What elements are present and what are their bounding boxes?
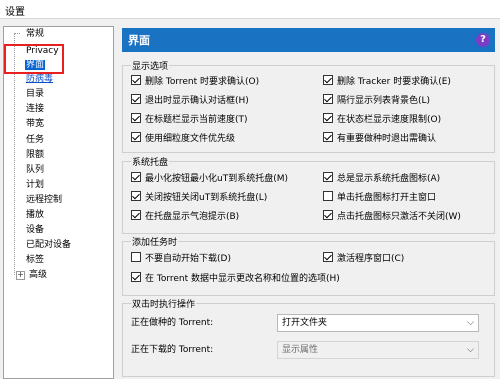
checkbox-minimize-to-tray[interactable]: 最小化按钮最小化uT到系统托盘(M) bbox=[131, 172, 288, 184]
checkbox-confirm-delete-torrent[interactable]: 删除 Torrent 时要求确认(O) bbox=[131, 75, 259, 87]
checkbox-box bbox=[131, 172, 141, 182]
checkbox-always-tray-icon[interactable]: 总是显示系统托盘图标(A) bbox=[323, 172, 440, 184]
checkbox-alternate-rows[interactable]: 隔行显示列表背景色(L) bbox=[323, 94, 430, 106]
sidebar-item-advanced[interactable]: 高级 bbox=[29, 269, 47, 281]
checkbox-box bbox=[323, 172, 333, 182]
chevron-down-icon: ⌵ bbox=[467, 318, 474, 328]
checkbox-box bbox=[323, 113, 333, 123]
checkbox-tray-balloons[interactable]: 在托盘显示气泡提示(B) bbox=[131, 210, 239, 222]
checkbox-activate-window[interactable]: 激活程序窗口(C) bbox=[323, 252, 404, 264]
sidebar-item-labels[interactable]: 标签 bbox=[26, 254, 44, 266]
checkbox-box bbox=[131, 75, 141, 85]
sidebar-item-connection[interactable]: 连接 bbox=[26, 103, 44, 115]
downloading-action-label: 正在下载的 Torrent: bbox=[131, 345, 214, 355]
checkbox-confirm-exit-seeding[interactable]: 有重要做种时退出需确认 bbox=[323, 132, 436, 144]
sidebar-item-tasks[interactable]: 任务 bbox=[26, 134, 44, 146]
checkbox-box bbox=[323, 132, 333, 142]
settings-panel: 界面 ? 显示选项 删除 Torrent 时要求确认(O) 删除 Tracker… bbox=[119, 26, 497, 379]
group-title: 添加任务时 bbox=[131, 235, 179, 248]
sidebar-item-antivirus[interactable]: 防病毒 bbox=[26, 73, 53, 85]
tree-line bbox=[14, 33, 20, 34]
checkbox-tray-activate-only[interactable]: 点击托盘图标只激活不关闭(W) bbox=[323, 210, 461, 222]
window-title: 设置 bbox=[5, 7, 25, 18]
checkbox-fine-priority[interactable]: 使用细粒度文件优先级 bbox=[131, 132, 235, 144]
seeding-action-label: 正在做种的 Torrent: bbox=[131, 318, 214, 328]
checkbox-box bbox=[323, 75, 333, 85]
sidebar-item-devices[interactable]: 设备 bbox=[26, 224, 44, 236]
sidebar-item-general[interactable]: 常规 bbox=[26, 28, 44, 40]
checkbox-show-rename-options[interactable]: 在 Torrent 数据中显示更改名称和位置的选项(H) bbox=[131, 272, 340, 284]
checkbox-speed-titlebar[interactable]: 在标题栏显示当前速度(T) bbox=[131, 113, 248, 125]
checkbox-box bbox=[131, 272, 141, 282]
double-click-group: 双击时执行操作 正在做种的 Torrent: 打开文件夹 ⌵ 正在下载的 Tor… bbox=[122, 297, 495, 377]
sidebar-item-directories[interactable]: 目录 bbox=[26, 88, 44, 100]
sidebar-item-bandwidth[interactable]: 带宽 bbox=[26, 118, 44, 130]
add-task-group: 添加任务时 不要自动开始下载(D) 激活程序窗口(C) 在 Torrent 数据… bbox=[122, 235, 495, 296]
chevron-down-icon: ⌵ bbox=[467, 345, 474, 355]
sidebar-item-playback[interactable]: 播放 bbox=[26, 209, 44, 221]
checkbox-box bbox=[131, 252, 141, 262]
checkbox-dont-auto-start[interactable]: 不要自动开始下载(D) bbox=[131, 252, 231, 264]
checkbox-box bbox=[131, 113, 141, 123]
sidebar-item-paired-devices[interactable]: 已配对设备 bbox=[26, 239, 71, 251]
group-title: 系统托盘 bbox=[131, 155, 170, 168]
checkbox-single-click-open[interactable]: 单击托盘图标打开主窗口 bbox=[323, 191, 436, 203]
section-header: 界面 ? bbox=[122, 28, 495, 52]
checkbox-box bbox=[131, 132, 141, 142]
checkbox-box bbox=[323, 210, 333, 220]
checkbox-box bbox=[131, 94, 141, 104]
sidebar-item-queue[interactable]: 队列 bbox=[26, 164, 44, 176]
sidebar-item-privacy[interactable]: Privacy bbox=[26, 45, 59, 57]
sidebar-item-ui[interactable]: 界面 bbox=[25, 59, 46, 71]
checkbox-confirm-exit[interactable]: 退出时显示确认对话框(H) bbox=[131, 94, 249, 106]
section-title: 界面 bbox=[128, 34, 150, 47]
seeding-action-select[interactable]: 打开文件夹 ⌵ bbox=[277, 314, 479, 332]
checkbox-confirm-delete-tracker[interactable]: 删除 Tracker 时要求确认(E) bbox=[323, 75, 451, 87]
checkbox-speed-limit-statusbar[interactable]: 在状态栏显示速度限制(O) bbox=[323, 113, 441, 125]
settings-tree[interactable]: 常规 Privacy 界面 防病毒 目录 连接 带宽 任务 限额 队列 计划 远… bbox=[3, 26, 114, 379]
checkbox-box bbox=[323, 94, 333, 104]
tree-line bbox=[14, 33, 15, 275]
sidebar-item-scheduler[interactable]: 计划 bbox=[26, 179, 44, 191]
checkbox-box bbox=[131, 191, 141, 201]
expand-icon[interactable]: + bbox=[16, 271, 25, 280]
checkbox-box bbox=[323, 191, 333, 201]
help-icon[interactable]: ? bbox=[476, 33, 490, 47]
system-tray-group: 系统托盘 最小化按钮最小化uT到系统托盘(M) 总是显示系统托盘图标(A) 关闭… bbox=[122, 155, 495, 234]
sidebar-item-limits[interactable]: 限额 bbox=[26, 149, 44, 161]
checkbox-close-to-tray[interactable]: 关闭按钮关闭uT到系统托盘(L) bbox=[131, 191, 267, 203]
checkbox-box bbox=[323, 252, 333, 262]
downloading-action-select[interactable]: 显示属性 ⌵ bbox=[277, 341, 479, 359]
checkbox-box bbox=[131, 210, 141, 220]
sidebar-item-remote[interactable]: 远程控制 bbox=[26, 194, 62, 206]
title-bar: 设置 bbox=[0, 0, 500, 19]
group-title: 双击时执行操作 bbox=[131, 297, 197, 310]
display-options-group: 显示选项 删除 Torrent 时要求确认(O) 删除 Tracker 时要求确… bbox=[122, 59, 495, 153]
group-title: 显示选项 bbox=[131, 59, 170, 72]
